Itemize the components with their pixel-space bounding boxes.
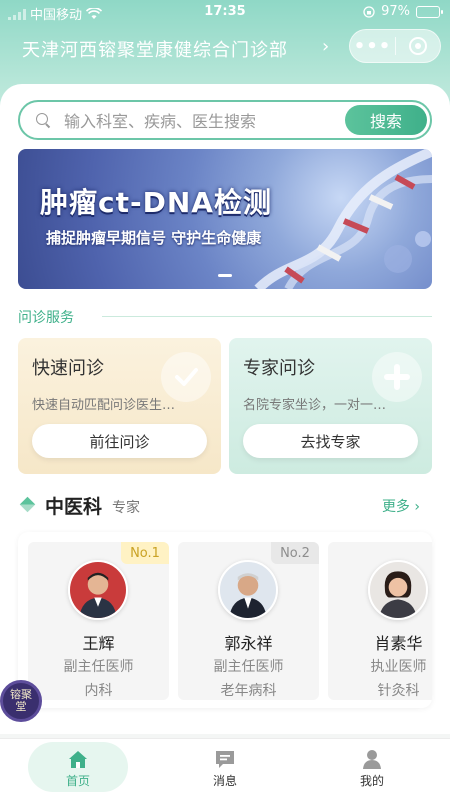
- quick-consult-card[interactable]: 快速问诊 快速自动匹配问诊医生… 前往问诊: [18, 338, 221, 474]
- diamond-icon: [19, 496, 36, 513]
- tab-home[interactable]: 首页: [28, 739, 128, 800]
- department-name: 中医科: [45, 496, 103, 518]
- battery-percent: 97%: [381, 4, 410, 19]
- tab-label: 消息: [212, 774, 237, 788]
- tab-label: 我的: [359, 774, 384, 788]
- main-content: 搜索 肿瘤ct-DNA检测 捕捉肿瘤早期信号 守护生命健康 问诊服务 快速问诊 …: [0, 84, 450, 734]
- header: 天津河西镕聚堂康健综合门诊部 › •••: [0, 24, 450, 74]
- section-title-services: 问诊服务: [18, 310, 74, 326]
- tab-messages[interactable]: 消息: [175, 739, 275, 800]
- department-sub: 专家: [112, 500, 140, 516]
- doctor-card[interactable]: 肖素华 执业医师 针灸科: [328, 542, 432, 700]
- expert-consult-desc: 名院专家坐诊，一对一…: [243, 398, 387, 413]
- seal-text: 镕聚堂: [10, 688, 32, 713]
- status-right: 97%: [363, 4, 443, 19]
- expert-consult-card[interactable]: 专家问诊 名院专家坐诊，一对一… 去找专家: [229, 338, 432, 474]
- doctor-avatar: [68, 560, 128, 620]
- search-bar: 搜索: [18, 100, 432, 140]
- search-button[interactable]: 搜索: [345, 105, 427, 135]
- dna-helix-icon: [254, 149, 432, 289]
- banner-title: 肿瘤ct-DNA检测: [40, 186, 272, 219]
- search-input[interactable]: [64, 109, 334, 133]
- brand-seal-logo[interactable]: 镕聚堂: [0, 680, 42, 722]
- rotation-lock-icon: [363, 5, 375, 18]
- doctor-name: 王辉: [82, 634, 115, 653]
- tab-bar: 首页 消息 我的: [0, 738, 450, 800]
- close-miniprogram-icon[interactable]: [396, 37, 440, 55]
- rank-badge: No.2: [271, 542, 319, 564]
- status-bar: 中国移动 17:35 97%: [0, 0, 450, 24]
- chevron-right-icon[interactable]: ›: [322, 36, 329, 57]
- battery-icon: [416, 5, 443, 18]
- doctor-card[interactable]: No.1 王辉 副主任医师 内科: [28, 542, 169, 700]
- banner[interactable]: 肿瘤ct-DNA检测 捕捉肿瘤早期信号 守护生命健康: [18, 149, 432, 289]
- doctor-name: 肖素华: [374, 634, 423, 653]
- doctor-title: 副主任医师: [213, 659, 284, 675]
- quick-consult-title: 快速问诊: [32, 358, 104, 379]
- doctor-department: 老年病科: [220, 683, 277, 699]
- home-icon: [69, 751, 87, 768]
- doctor-card[interactable]: No.2 郭永祥 副主任医师 老年病科: [178, 542, 319, 700]
- clinic-title[interactable]: 天津河西镕聚堂康健综合门诊部: [22, 36, 302, 62]
- doctor-title: 执业医师: [370, 659, 427, 675]
- doctor-avatar: [218, 560, 278, 620]
- tab-profile[interactable]: 我的: [322, 739, 422, 800]
- find-expert-button[interactable]: 去找专家: [243, 424, 418, 458]
- department-header: 中医科 专家 更多 ›: [18, 490, 432, 520]
- rank-badge: No.1: [121, 542, 169, 564]
- doctor-name: 郭永祥: [224, 634, 273, 653]
- expert-consult-title: 专家问诊: [243, 358, 315, 379]
- doctor-list: No.1 王辉 副主任医师 内科 No.2 郭永祥 副主任医师 老年病科 肖素华…: [18, 532, 432, 708]
- section-divider: [102, 316, 432, 317]
- profile-icon: [363, 750, 381, 769]
- banner-subtitle: 捕捉肿瘤早期信号 守护生命健康: [46, 229, 262, 247]
- go-consult-button[interactable]: 前往问诊: [32, 424, 207, 458]
- more-options-icon[interactable]: •••: [350, 36, 395, 57]
- doctor-department: 针灸科: [377, 683, 420, 699]
- doctor-department: 内科: [84, 683, 113, 699]
- miniprogram-capsule: •••: [349, 29, 441, 63]
- message-icon: [216, 751, 234, 768]
- doctor-title: 副主任医师: [63, 659, 134, 675]
- search-icon: [36, 113, 51, 128]
- doctor-avatar: [368, 560, 428, 620]
- quick-consult-desc: 快速自动匹配问诊医生…: [32, 398, 176, 413]
- more-link[interactable]: 更多 ›: [382, 496, 420, 516]
- carousel-indicator: [218, 274, 232, 277]
- tab-label: 首页: [65, 774, 90, 788]
